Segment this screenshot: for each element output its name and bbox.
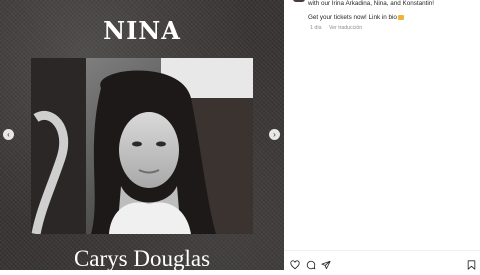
portrait-photo xyxy=(31,58,253,234)
post-time: 1 día xyxy=(310,25,322,31)
portrait-image xyxy=(31,58,253,234)
bookmark-icon xyxy=(467,260,476,270)
post-details-panel: with our Irina Arkadina, Nina, and Konst… xyxy=(284,0,480,270)
like-button[interactable] xyxy=(290,257,300,275)
commenter-avatar[interactable] xyxy=(293,0,305,2)
caption-line-2-text: Get your tickets now! Link in bio xyxy=(308,14,397,21)
comment-button[interactable] xyxy=(306,257,316,275)
save-button[interactable] xyxy=(467,257,476,275)
comment-icon xyxy=(306,260,316,270)
heart-icon xyxy=(290,260,300,270)
next-image-button[interactable]: › xyxy=(269,129,280,140)
share-button[interactable] xyxy=(321,257,331,275)
chevron-right-icon: › xyxy=(273,130,276,139)
share-icon xyxy=(321,260,331,270)
caption-line-2: Get your tickets now! Link in bio xyxy=(308,14,404,21)
poster-title: NINA xyxy=(103,16,181,45)
poster-name: Carys Douglas xyxy=(73,246,211,270)
chevron-left-icon: ‹ xyxy=(7,130,10,139)
caption-line-1: with our Irina Arkadina, Nina, and Konst… xyxy=(308,0,435,7)
see-translation-link[interactable]: Ver traducción xyxy=(329,25,362,31)
emoji-icon xyxy=(397,14,404,20)
caption-meta: 1 día Ver traducción xyxy=(310,25,368,31)
action-bar xyxy=(284,250,480,271)
prev-image-button[interactable]: ‹ xyxy=(3,129,14,140)
post-media: NINA Carys Douglas ‹ › xyxy=(0,0,284,270)
